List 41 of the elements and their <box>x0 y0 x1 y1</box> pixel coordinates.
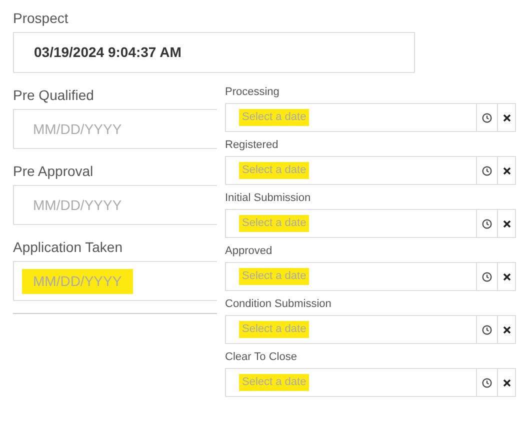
close-icon <box>502 114 510 122</box>
field-label: Application Taken <box>13 238 124 256</box>
date-picker[interactable]: Select a date <box>225 315 516 344</box>
clock-icon <box>482 112 492 122</box>
clock-icon <box>482 378 492 388</box>
field-label: Pre Qualified <box>13 86 95 104</box>
field-label: Condition Submission <box>225 297 332 311</box>
date-picker[interactable]: Select a date <box>225 103 516 132</box>
close-icon <box>502 326 510 334</box>
close-icon <box>502 220 510 228</box>
date-picker[interactable]: Select a date <box>225 209 516 238</box>
field-label: Registered <box>225 138 280 152</box>
clock-icon <box>482 272 492 282</box>
input-field[interactable]: MM/DD/YYYY <box>13 185 217 225</box>
placeholder-text: Select a date <box>239 374 310 391</box>
clock-icon <box>482 218 492 228</box>
field-label: Pre Approval <box>13 162 94 180</box>
input-field[interactable]: MM/DD/YYYY <box>13 261 217 301</box>
placeholder-text: MM/DD/YYYY <box>22 268 133 294</box>
date-picker[interactable]: Select a date <box>225 368 516 397</box>
close-icon <box>502 166 510 174</box>
clock-icon <box>482 324 492 334</box>
input-field[interactable]: 03/19/2024 9:04:37 AM <box>13 32 415 73</box>
field-label: Initial Submission <box>225 191 312 205</box>
date-picker[interactable]: Select a date <box>225 156 516 185</box>
placeholder-text: Select a date <box>239 321 310 338</box>
date-picker[interactable]: Select a date <box>225 262 516 291</box>
placeholder-text: MM/DD/YYYY <box>32 120 123 138</box>
clock-icon <box>482 166 492 176</box>
field-label: Prospect <box>13 9 70 27</box>
close-icon <box>502 272 510 280</box>
field-label: Clear To Close <box>225 350 298 364</box>
field-label: Processing <box>225 85 280 99</box>
placeholder-text: MM/DD/YYYY <box>32 196 123 214</box>
close-icon <box>502 378 510 386</box>
placeholder-text: Select a date <box>239 109 310 126</box>
input-field[interactable]: MM/DD/YYYY <box>13 109 217 149</box>
placeholder-text: Select a date <box>239 162 310 179</box>
placeholder-text: Select a date <box>239 215 310 232</box>
field-label: Approved <box>225 244 274 258</box>
placeholder-text: Select a date <box>239 268 310 285</box>
